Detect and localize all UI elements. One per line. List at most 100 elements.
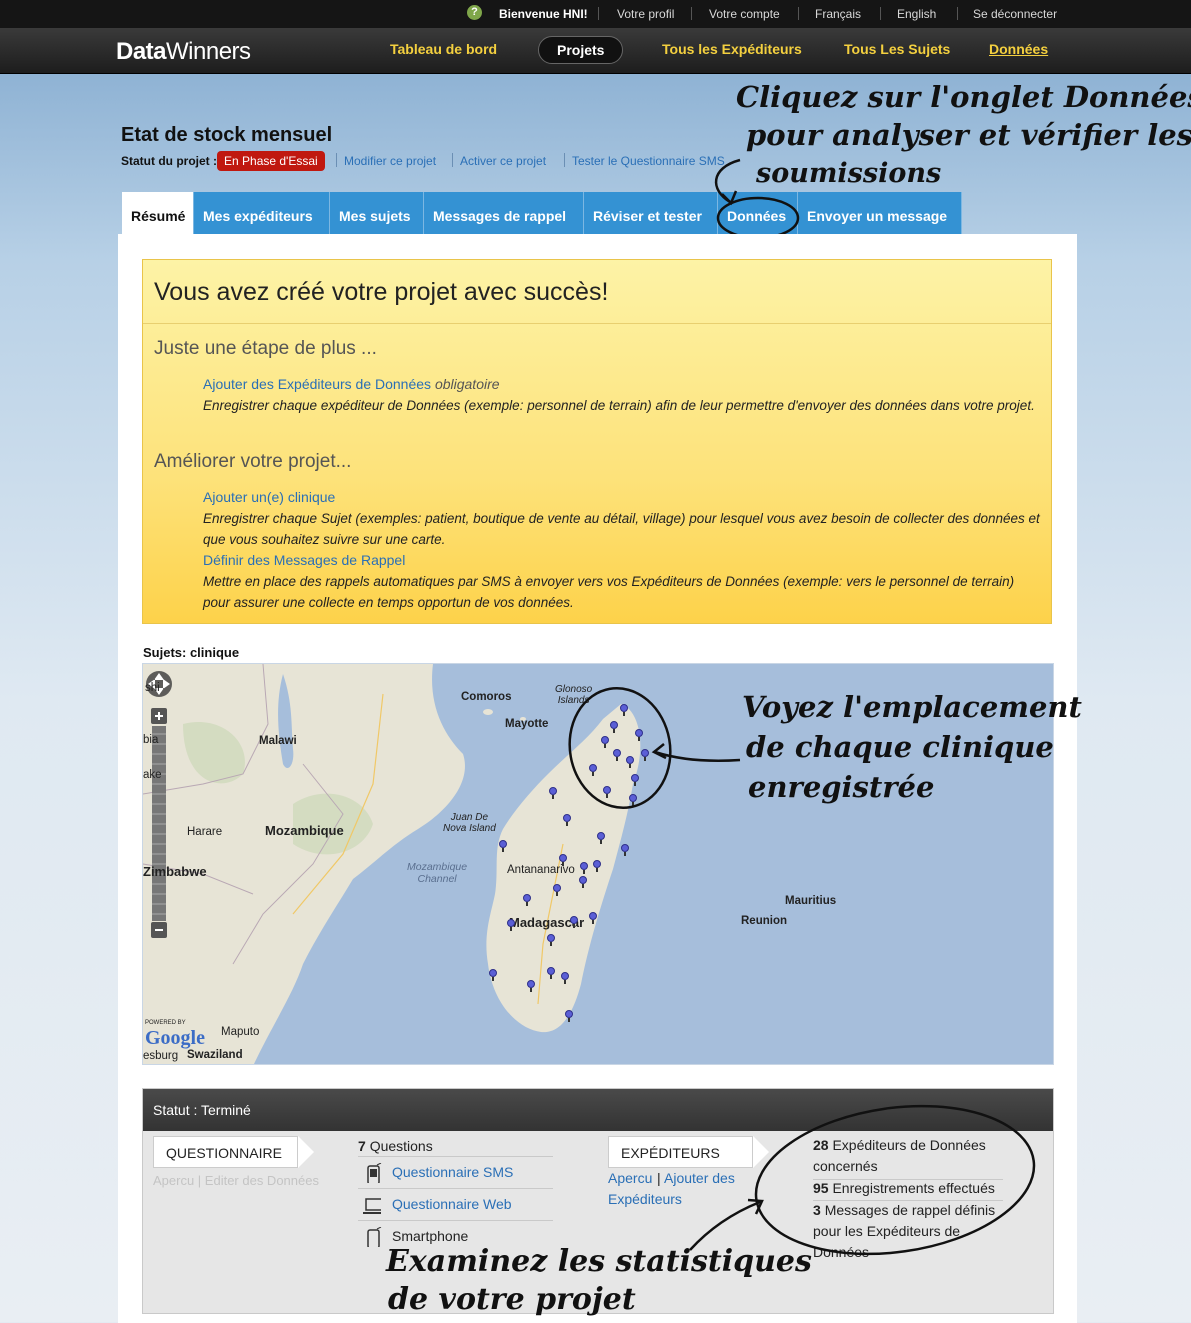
map-label-edge-shi: shi bbox=[145, 682, 160, 694]
map-label-antananarivo: Antananarivo bbox=[507, 864, 575, 876]
success-box: Vous avez créé votre projet avec succès!… bbox=[142, 259, 1052, 624]
map-label-mauritius: Mauritius bbox=[785, 895, 837, 907]
clinic-pin[interactable] bbox=[593, 860, 601, 872]
annotation-map-line3: enregistrée bbox=[748, 770, 935, 804]
separator bbox=[564, 153, 565, 167]
map-label-maputo: Maputo bbox=[221, 1026, 260, 1038]
tab-reminders[interactable]: Messages de rappel bbox=[424, 192, 584, 234]
tab-send-message[interactable]: Envoyer un message bbox=[798, 192, 962, 234]
separator bbox=[336, 153, 337, 167]
divider bbox=[358, 1188, 553, 1189]
separator bbox=[452, 153, 453, 167]
clinic-pin[interactable] bbox=[597, 832, 605, 844]
separator bbox=[798, 7, 799, 20]
improve-heading: Améliorer votre projet... bbox=[154, 451, 352, 472]
clinic-pin[interactable] bbox=[561, 972, 569, 984]
clinic-pin[interactable] bbox=[527, 980, 535, 992]
juan-line1: Juan De bbox=[450, 812, 489, 823]
map-label-juan-de-nova: Juan De Nova Island bbox=[443, 812, 496, 834]
questions-count-num: 7 bbox=[358, 1138, 366, 1154]
status-badge: En Phase d'Essai bbox=[217, 151, 325, 171]
activate-project-link[interactable]: Activer ce projet bbox=[460, 154, 546, 168]
account-link[interactable]: Votre compte bbox=[709, 7, 780, 21]
map-label-channel: Mozambique Channel bbox=[407, 861, 467, 885]
juan-line2: Nova Island bbox=[443, 823, 496, 834]
separator bbox=[691, 7, 692, 20]
tab-review-test[interactable]: Réviser et tester bbox=[584, 192, 718, 234]
define-reminders-desc: Mettre en place des rappels automatiques… bbox=[203, 574, 1015, 610]
questions-count-label: Questions bbox=[369, 1138, 433, 1154]
clinic-pin[interactable] bbox=[553, 884, 561, 896]
clinic-pin[interactable] bbox=[549, 787, 557, 799]
separator bbox=[598, 7, 599, 20]
add-data-senders-link[interactable]: Ajouter des Expéditeurs de Données oblig… bbox=[203, 376, 500, 392]
nav-all-senders[interactable]: Tous les Expéditeurs bbox=[662, 41, 802, 57]
questionnaire-links[interactable]: Apercu | Editer des Données bbox=[153, 1173, 319, 1188]
web-questionnaire-link[interactable]: Questionnaire Web bbox=[392, 1196, 512, 1212]
map-label-zimbabwe: Zimbabwe bbox=[143, 864, 207, 879]
map-label-swaziland: Swaziland bbox=[187, 1049, 243, 1061]
clinic-pin[interactable] bbox=[523, 894, 531, 906]
map-label-reunion: Reunion bbox=[741, 915, 787, 927]
add-senders-link-line2[interactable]: Expéditeurs bbox=[608, 1191, 682, 1207]
clinic-pin[interactable] bbox=[547, 934, 555, 946]
add-data-senders-label: Ajouter des Expéditeurs de Données bbox=[203, 376, 432, 392]
logout-link[interactable]: Se déconnecter bbox=[973, 7, 1057, 21]
clinic-pin[interactable] bbox=[570, 916, 578, 928]
annotation-stats-line1: Examinez les statistiques bbox=[386, 1244, 812, 1279]
separator bbox=[880, 7, 881, 20]
add-clinic-desc: Enregistrer chaque Sujet (exemples: pati… bbox=[203, 511, 1040, 547]
clinic-pin[interactable] bbox=[559, 854, 567, 866]
next-step-heading: Juste une étape de plus ... bbox=[154, 338, 377, 359]
map-label: Sujets: clinique bbox=[143, 645, 240, 660]
zoom-control[interactable] bbox=[143, 664, 175, 939]
tab-summary[interactable]: Résumé bbox=[122, 192, 194, 234]
clinic-pin[interactable] bbox=[580, 862, 588, 874]
clinic-pin[interactable] bbox=[547, 967, 555, 979]
edit-project-link[interactable]: Modifier ce projet bbox=[344, 154, 436, 168]
lang-english-link[interactable]: English bbox=[897, 7, 936, 21]
logo[interactable]: DataWinners bbox=[116, 38, 251, 66]
map-label-edge-bia: bia bbox=[143, 734, 159, 746]
sms-questionnaire-link[interactable]: Questionnaire SMS bbox=[392, 1164, 513, 1180]
divider bbox=[358, 1220, 553, 1221]
nav-all-subjects[interactable]: Tous Les Sujets bbox=[844, 41, 950, 57]
questionnaire-label: QUESTIONNAIRE bbox=[153, 1136, 314, 1168]
clinic-pin[interactable] bbox=[565, 1010, 573, 1022]
annotation-map-line1: Voyez l'emplacement bbox=[742, 690, 1082, 724]
status-label: Statut du projet : bbox=[121, 154, 217, 168]
clinic-pin[interactable] bbox=[579, 876, 587, 888]
clinic-pin[interactable] bbox=[621, 844, 629, 856]
required-flag: obligatoire bbox=[434, 376, 500, 392]
annotation-tab-line1: Cliquez sur l'onglet Données bbox=[736, 80, 1191, 114]
map-label-comoros: Comoros bbox=[461, 691, 512, 703]
define-reminders-link[interactable]: Définir des Messages de Rappel bbox=[203, 552, 405, 568]
channel-line1: Mozambique bbox=[407, 861, 468, 873]
clinic-pin[interactable] bbox=[499, 840, 507, 852]
senders-preview-link[interactable]: Apercu bbox=[608, 1170, 652, 1186]
nav-dashboard[interactable]: Tableau de bord bbox=[390, 41, 497, 57]
profile-link[interactable]: Votre profil bbox=[617, 7, 674, 21]
separator: | bbox=[657, 1170, 661, 1186]
utility-bar: ? Bienvenue HNI! Votre profil Votre comp… bbox=[0, 0, 1191, 28]
clinic-pin[interactable] bbox=[489, 969, 497, 981]
success-title: Vous avez créé votre projet avec succès! bbox=[154, 278, 609, 306]
add-clinic-link[interactable]: Ajouter un(e) clinique bbox=[203, 489, 335, 505]
lang-french-link[interactable]: Français bbox=[815, 7, 861, 21]
nav-projects[interactable]: Projets bbox=[538, 36, 624, 64]
tab-my-senders[interactable]: Mes expéditeurs bbox=[194, 192, 330, 234]
web-laptop-icon bbox=[363, 1198, 381, 1214]
question-icon[interactable]: ? bbox=[467, 5, 482, 20]
tab-my-subjects[interactable]: Mes sujets bbox=[330, 192, 424, 234]
annotation-map-circle bbox=[568, 687, 741, 809]
clinic-pin[interactable] bbox=[589, 912, 597, 924]
nav-data[interactable]: Données bbox=[989, 41, 1048, 57]
map-label-harare: Harare bbox=[187, 826, 223, 838]
main-nav: DataWinners Tableau de bord Projets Tous… bbox=[0, 28, 1191, 74]
clinic-pin[interactable] bbox=[507, 919, 515, 931]
map-label-mozambique: Mozambique bbox=[265, 823, 344, 838]
logo-bold: Data bbox=[116, 38, 167, 65]
questions-count: 7 Questions bbox=[358, 1138, 433, 1154]
smartphone-icon bbox=[367, 1227, 382, 1247]
annotation-tab-line2: pour analyser et vérifier les bbox=[746, 118, 1191, 152]
